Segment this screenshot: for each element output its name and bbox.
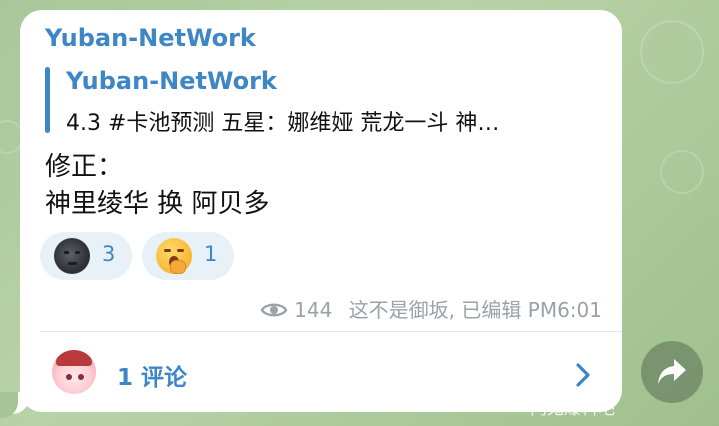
message-line-2: 神里绫华 换 阿贝多 xyxy=(45,189,270,219)
comments-label: 1 评论 xyxy=(117,365,188,391)
post-author: 这不是御坂, xyxy=(348,298,456,322)
reaction-moon[interactable]: 3 xyxy=(40,232,132,280)
reply-quote[interactable]: Yuban-NetWork 4.3 #卡池预测 五星：娜维娅 荒龙一斗 神… xyxy=(45,63,613,136)
reaction-count: 1 xyxy=(204,242,218,266)
message-line-1: 修正： xyxy=(45,152,124,182)
chevron-right-icon xyxy=(574,362,592,392)
message-meta: 144 这不是御坂, 已编辑 PM6:01 xyxy=(260,294,602,325)
post-time: PM6:01 xyxy=(527,298,602,322)
view-count: 144 xyxy=(294,298,333,322)
reaction-yawn[interactable]: 1 xyxy=(142,232,234,280)
share-button[interactable] xyxy=(641,341,703,403)
edited-label: 已编辑 xyxy=(461,298,522,322)
reaction-count: 3 xyxy=(102,242,116,266)
bubble-tail-cut xyxy=(0,392,18,418)
background-pattern xyxy=(660,150,704,194)
watermark: 内鬼爆料吧 xyxy=(530,399,615,419)
new-moon-face-icon xyxy=(54,238,90,274)
avatar xyxy=(52,350,96,394)
quote-text: 4.3 #卡池预测 五星：娜维娅 荒龙一斗 神… xyxy=(66,111,500,136)
channel-name[interactable]: Yuban-NetWork xyxy=(45,24,256,52)
eye-icon xyxy=(260,300,288,325)
quote-bar xyxy=(45,67,50,133)
background-pattern xyxy=(640,20,704,84)
quote-title: Yuban-NetWork xyxy=(66,67,277,95)
yawning-face-icon xyxy=(156,238,192,274)
